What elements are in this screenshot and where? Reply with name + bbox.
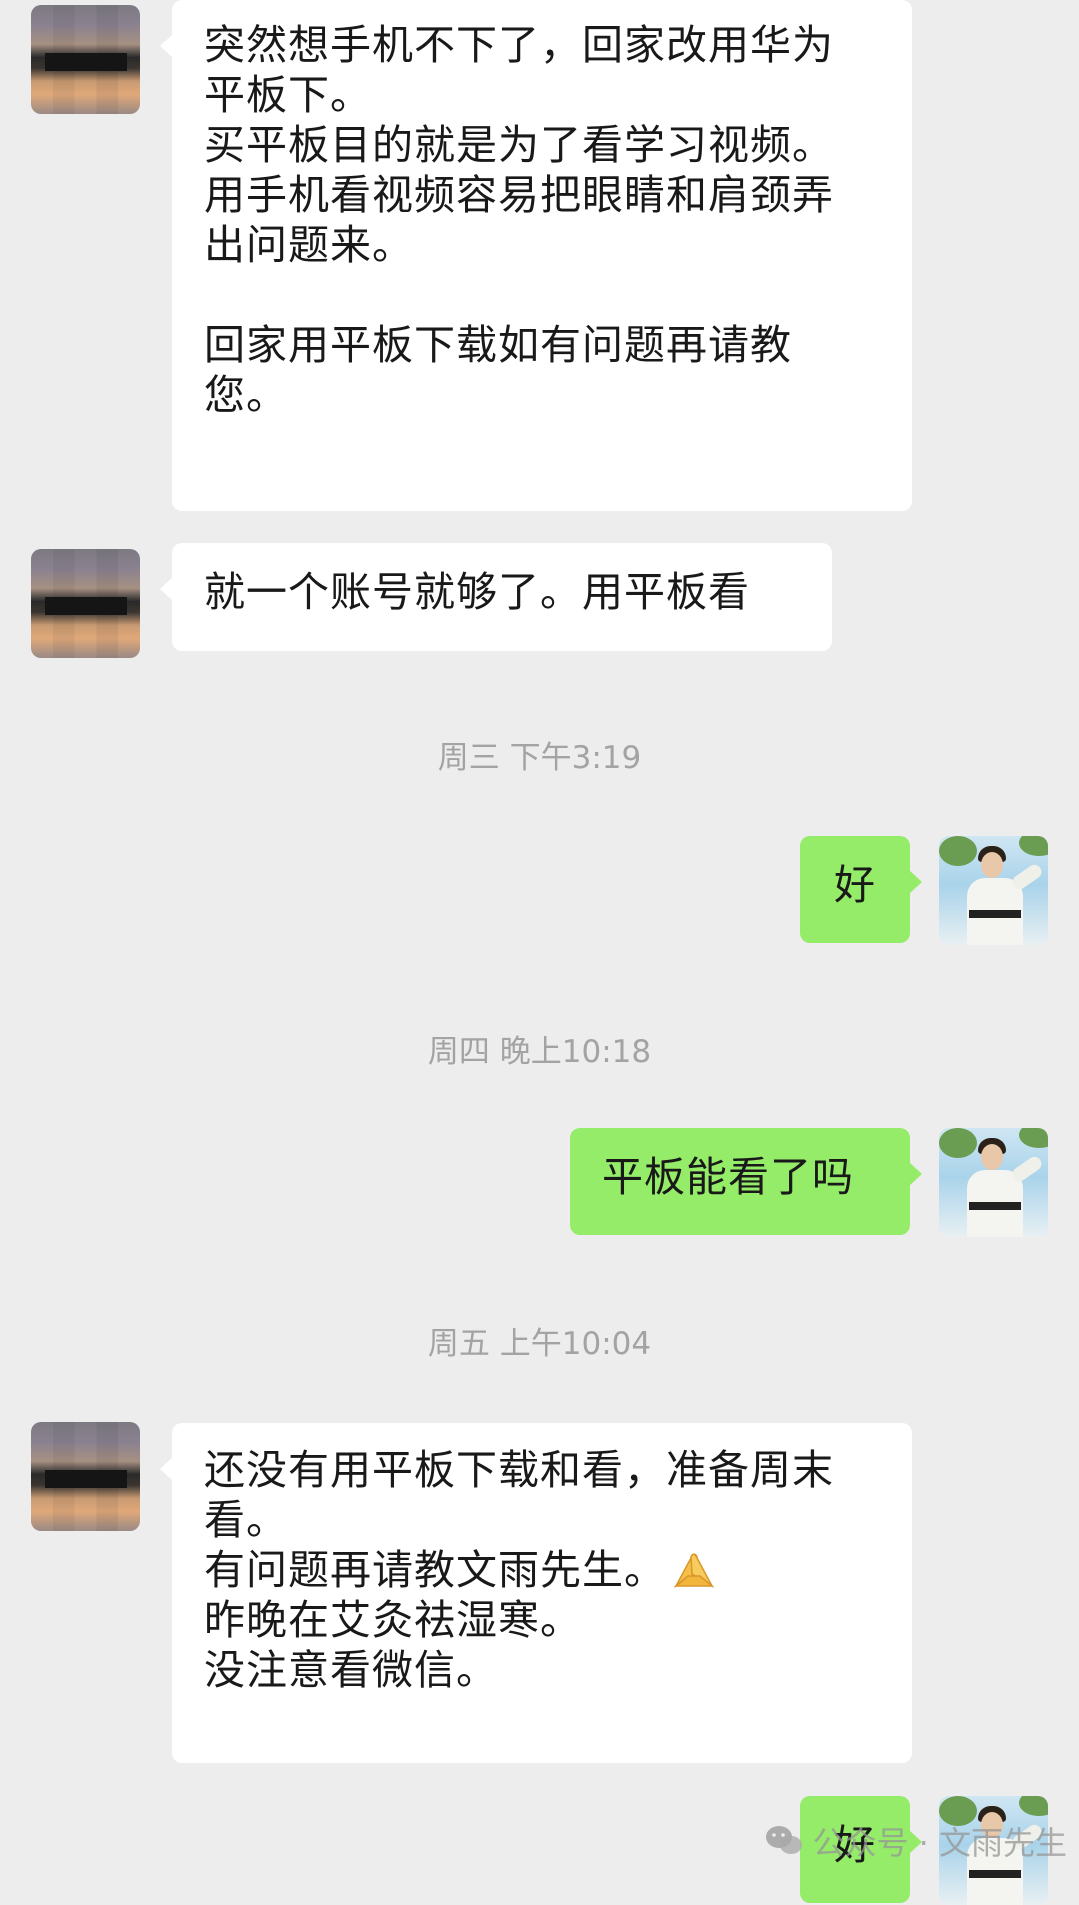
message-bubble-outgoing[interactable]: 好 [800,836,922,943]
avatar-face [981,852,1003,878]
avatar-arm [1009,862,1045,892]
message-text: 还没有用平板下载和看，准备周末 [204,1446,834,1494]
folded-hands-icon [673,1553,715,1589]
message-text: 突然想手机不下了，回家改用华为 [204,21,834,69]
message-bubble-outgoing[interactable]: 平板能看了吗 [570,1128,922,1235]
message-text: 看。 [204,1496,288,1544]
avatar-face [981,1144,1003,1170]
message-bubble-incoming[interactable]: 突然想手机不下了，回家改用华为 平板下。 买平板目的就是为了看学习视频。 用手机… [160,0,912,511]
message-text: 您。 [204,371,288,419]
watermark: 公众号 · 文雨先生 [764,1816,1067,1866]
message-bubble-incoming[interactable]: 就一个账号就够了。用平板看 [160,543,832,651]
message-text-with-emoji: 有问题再请教文雨先生。 [204,1545,882,1595]
contact-avatar[interactable] [31,1422,140,1531]
redaction-bar [45,1470,127,1488]
message-bubble-incoming[interactable]: 还没有用平板下载和看，准备周末 看。 有问题再请教文雨先生。 昨晚在艾灸祛湿寒。… [160,1423,912,1763]
avatar-foliage [1019,1128,1048,1148]
avatar-sash [969,910,1021,918]
timestamp: 周五 上午10:04 [427,1326,652,1362]
watermark-text: 公众号 · 文雨先生 [812,1824,1067,1862]
message-text: 平板能看了吗 [602,1153,854,1201]
message-text: 没注意看微信。 [204,1646,498,1694]
message-text: 平板下。 [204,71,372,119]
message-text: 回家用平板下载如有问题再请教 [204,321,792,369]
message-text: 出问题来。 [204,221,414,269]
timestamp: 周三 下午3:19 [437,740,642,776]
wechat-icon [766,1826,803,1854]
message-text: 用手机看视频容易把眼睛和肩颈弄 [204,171,834,219]
message-text: 昨晚在艾灸祛湿寒。 [204,1596,582,1644]
user-avatar[interactable] [939,836,1048,945]
avatar-sash [969,1202,1021,1210]
message-text: 有问题再请教文雨先生。 [204,1546,666,1594]
redaction-bar [45,597,127,615]
timestamp: 周四 晚上10:18 [427,1034,652,1070]
avatar-foliage [939,836,977,866]
message-text: 买平板目的就是为了看学习视频。 [204,121,834,169]
message-text: 就一个账号就够了。用平板看 [204,568,750,616]
avatar-foliage [939,1128,977,1158]
contact-avatar[interactable] [31,549,140,658]
message-text: 好 [834,861,876,909]
contact-avatar[interactable] [31,5,140,114]
user-avatar[interactable] [939,1128,1048,1237]
avatar-arm [1009,1154,1045,1184]
redaction-bar [45,53,127,71]
avatar-foliage [1019,836,1048,856]
avatar-foliage [1019,1796,1048,1816]
avatar-sash [969,1870,1021,1878]
